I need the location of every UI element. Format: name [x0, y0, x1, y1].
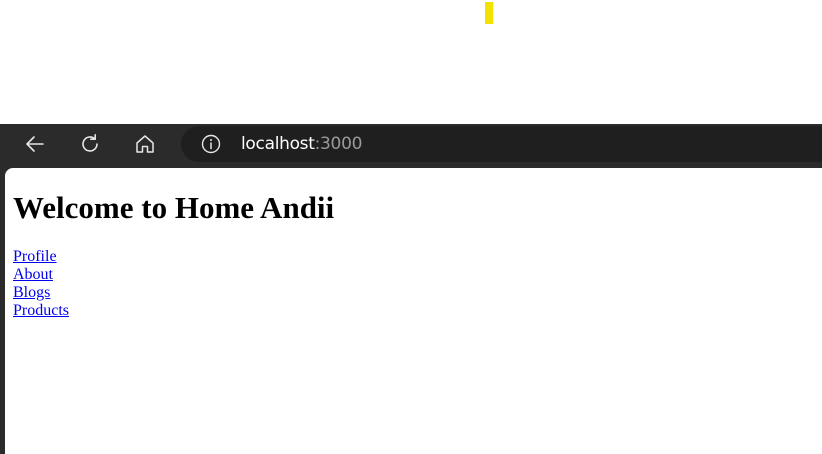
back-arrow-icon: [26, 136, 44, 152]
desktop-background: [0, 0, 822, 124]
browser-toolbar: localhost:3000: [0, 124, 822, 164]
info-icon[interactable]: [201, 134, 221, 154]
home-button[interactable]: [129, 130, 161, 158]
address-bar[interactable]: localhost:3000: [181, 126, 822, 162]
url-port: :3000: [314, 134, 363, 154]
browser-window: localhost:3000 Welcome to Home Andii Pro…: [0, 124, 822, 454]
url-text[interactable]: localhost:3000: [241, 134, 362, 154]
page-viewport: Welcome to Home Andii Profile About Blog…: [5, 168, 822, 454]
blogs-link[interactable]: Blogs: [13, 284, 69, 302]
profile-link[interactable]: Profile: [13, 248, 69, 266]
nav-links: Profile About Blogs Products: [13, 248, 69, 320]
products-link[interactable]: Products: [13, 302, 69, 320]
yellow-marker: [485, 2, 493, 24]
home-icon: [136, 135, 154, 153]
refresh-icon: [82, 134, 98, 152]
refresh-button[interactable]: [74, 130, 106, 158]
back-button[interactable]: [19, 130, 51, 158]
about-link[interactable]: About: [13, 266, 69, 284]
url-host: localhost: [241, 134, 315, 154]
page-title: Welcome to Home Andii: [13, 190, 335, 225]
